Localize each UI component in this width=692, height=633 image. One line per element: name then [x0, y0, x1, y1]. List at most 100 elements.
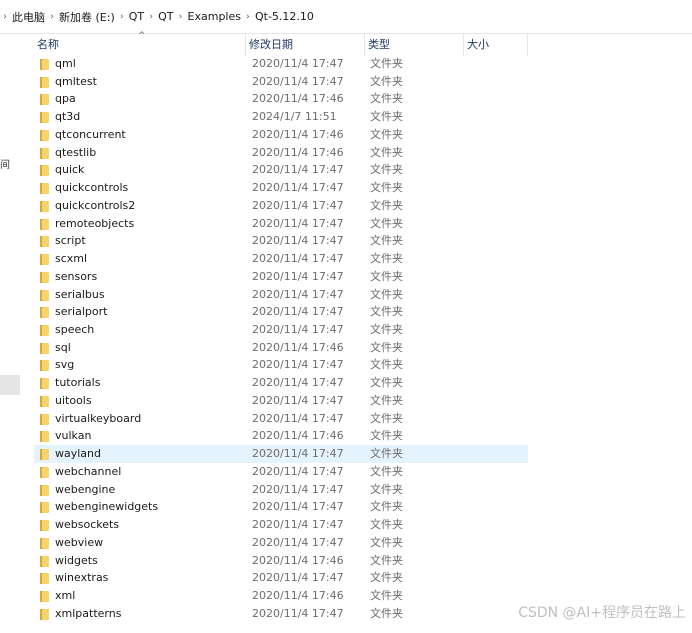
file-name: webview [55, 535, 104, 549]
file-row[interactable]: uitools 2020/11/4 17:47 文件夹 [34, 392, 528, 410]
file-modified-date: 2020/11/4 17:47 [252, 606, 344, 620]
file-row[interactable]: xmlpatterns 2020/11/4 17:47 文件夹 [34, 605, 528, 623]
breadcrumb: › 此电脑 › 新加卷 (E:) › QT › QT › Examples › … [0, 0, 692, 33]
folder-icon [40, 165, 49, 177]
nav-pane-clipped-label[interactable]: 间 [0, 156, 10, 171]
file-modified-date: 2020/11/4 17:47 [252, 57, 344, 70]
column-header: ^ 名称 修改日期 类型 大小 [34, 31, 692, 56]
nav-pane-selected-item[interactable] [0, 375, 20, 395]
file-row[interactable]: quickcontrols 2020/11/4 17:47 文件夹 [34, 179, 528, 197]
file-modified-date: 2020/11/4 17:47 [252, 216, 344, 230]
file-modified-date: 2020/11/4 17:47 [252, 535, 344, 549]
file-row[interactable]: speech 2020/11/4 17:47 文件夹 [34, 321, 528, 339]
column-header-name[interactable]: 名称 [34, 34, 246, 56]
column-header-size[interactable]: 大小 [464, 34, 528, 56]
file-type: 文件夹 [370, 198, 403, 212]
chevron-right-icon[interactable]: › [243, 12, 253, 22]
file-modified-date: 2020/11/4 17:47 [252, 234, 344, 248]
file-modified-date: 2020/11/4 17:47 [252, 500, 344, 514]
file-row[interactable]: webchannel 2020/11/4 17:47 文件夹 [34, 463, 528, 481]
file-type: 文件夹 [370, 305, 403, 319]
folder-icon [40, 94, 49, 106]
file-modified-date: 2020/11/4 17:46 [252, 127, 344, 141]
file-modified-date: 2020/11/4 17:47 [252, 518, 344, 532]
file-name: quick [55, 163, 85, 177]
column-header-date[interactable]: 修改日期 [246, 34, 365, 56]
file-row[interactable]: webengine 2020/11/4 17:47 文件夹 [34, 481, 528, 499]
file-row[interactable]: script 2020/11/4 17:47 文件夹 [34, 232, 528, 250]
file-name: qtconcurrent [55, 127, 126, 141]
file-type: 文件夹 [370, 216, 403, 230]
file-row[interactable]: serialport 2020/11/4 17:47 文件夹 [34, 303, 528, 321]
file-type: 文件夹 [370, 411, 403, 425]
file-row[interactable]: qmltest 2020/11/4 17:47 文件夹 [34, 73, 528, 91]
breadcrumb-item[interactable]: Examples [186, 10, 243, 23]
file-modified-date: 2020/11/4 17:46 [252, 340, 344, 354]
file-modified-date: 2020/11/4 17:47 [252, 411, 344, 425]
file-row[interactable]: qml 2020/11/4 17:47 文件夹 [34, 55, 528, 73]
folder-icon [40, 484, 49, 496]
file-row[interactable]: sql 2020/11/4 17:46 文件夹 [34, 339, 528, 357]
file-row[interactable]: quick 2020/11/4 17:47 文件夹 [34, 161, 528, 179]
breadcrumb-item[interactable]: 此电脑 [10, 9, 47, 25]
file-row[interactable]: qtconcurrent 2020/11/4 17:46 文件夹 [34, 126, 528, 144]
chevron-right-icon[interactable]: › [146, 12, 156, 22]
file-name: webenginewidgets [55, 500, 159, 514]
file-name: wayland [55, 447, 101, 461]
file-row[interactable]: webenginewidgets 2020/11/4 17:47 文件夹 [34, 498, 528, 516]
folder-icon [40, 555, 49, 567]
file-row[interactable]: webview 2020/11/4 17:47 文件夹 [34, 534, 528, 552]
file-modified-date: 2020/11/4 17:47 [252, 74, 344, 88]
file-type: 文件夹 [370, 447, 403, 461]
file-type: 文件夹 [370, 429, 403, 443]
file-row[interactable]: xml 2020/11/4 17:46 文件夹 [34, 587, 528, 605]
file-row[interactable]: quickcontrols2 2020/11/4 17:47 文件夹 [34, 197, 528, 215]
chevron-right-icon[interactable]: › [0, 12, 10, 22]
file-name: serialport [55, 305, 108, 319]
file-row[interactable]: websockets 2020/11/4 17:47 文件夹 [34, 516, 528, 534]
column-header-type[interactable]: 类型 [365, 34, 464, 56]
file-modified-date: 2020/11/4 17:47 [252, 287, 344, 301]
file-row[interactable]: widgets 2020/11/4 17:46 文件夹 [34, 552, 528, 570]
file-name: remoteobjects [55, 216, 135, 230]
breadcrumb-item[interactable]: Qt-5.12.10 [253, 10, 316, 23]
chevron-right-icon[interactable]: › [117, 12, 127, 22]
file-type: 文件夹 [370, 127, 403, 141]
file-type: 文件夹 [370, 74, 403, 88]
folder-icon [40, 378, 49, 390]
file-type: 文件夹 [370, 163, 403, 177]
file-row[interactable]: qtestlib 2020/11/4 17:46 文件夹 [34, 144, 528, 162]
file-name: websockets [55, 518, 120, 532]
file-type: 文件夹 [370, 589, 403, 603]
file-type: 文件夹 [370, 358, 403, 372]
file-row[interactable]: virtualkeyboard 2020/11/4 17:47 文件夹 [34, 410, 528, 428]
file-name: widgets [55, 553, 98, 567]
chevron-right-icon[interactable]: › [47, 12, 57, 22]
file-row[interactable]: scxml 2020/11/4 17:47 文件夹 [34, 250, 528, 268]
file-row[interactable]: remoteobjects 2020/11/4 17:47 文件夹 [34, 215, 528, 233]
file-modified-date: 2020/11/4 17:47 [252, 198, 344, 212]
watermark: CSDN @AI+程序员在路上 [518, 605, 686, 621]
file-row[interactable]: tutorials 2020/11/4 17:47 文件夹 [34, 374, 528, 392]
file-row[interactable]: wayland 2020/11/4 17:47 文件夹 [34, 445, 528, 463]
file-row[interactable]: qpa 2020/11/4 17:46 文件夹 [34, 90, 528, 108]
file-name: scxml [55, 252, 88, 266]
chevron-right-icon[interactable]: › [176, 12, 186, 22]
breadcrumb-item[interactable]: QT [127, 10, 146, 23]
file-row[interactable]: sensors 2020/11/4 17:47 文件夹 [34, 268, 528, 286]
file-row[interactable]: winextras 2020/11/4 17:47 文件夹 [34, 569, 528, 587]
file-type: 文件夹 [370, 340, 403, 354]
breadcrumb-item[interactable]: 新加卷 (E:) [57, 9, 117, 25]
file-row[interactable]: vulkan 2020/11/4 17:46 文件夹 [34, 427, 528, 445]
file-modified-date: 2020/11/4 17:47 [252, 163, 344, 177]
folder-icon [40, 200, 49, 212]
file-row[interactable]: serialbus 2020/11/4 17:47 文件夹 [34, 286, 528, 304]
file-row[interactable]: qt3d 2024/1/7 11:51 文件夹 [34, 108, 528, 126]
breadcrumb-item[interactable]: QT [156, 10, 175, 23]
file-name: xml [55, 589, 76, 603]
file-list: qml 2020/11/4 17:47 文件夹 qmltest 2020/11/4 17… [34, 55, 528, 623]
file-name: sensors [55, 269, 98, 283]
file-row[interactable]: svg 2020/11/4 17:47 文件夹 [34, 356, 528, 374]
file-modified-date: 2020/11/4 17:47 [252, 252, 344, 266]
folder-icon [40, 129, 49, 141]
